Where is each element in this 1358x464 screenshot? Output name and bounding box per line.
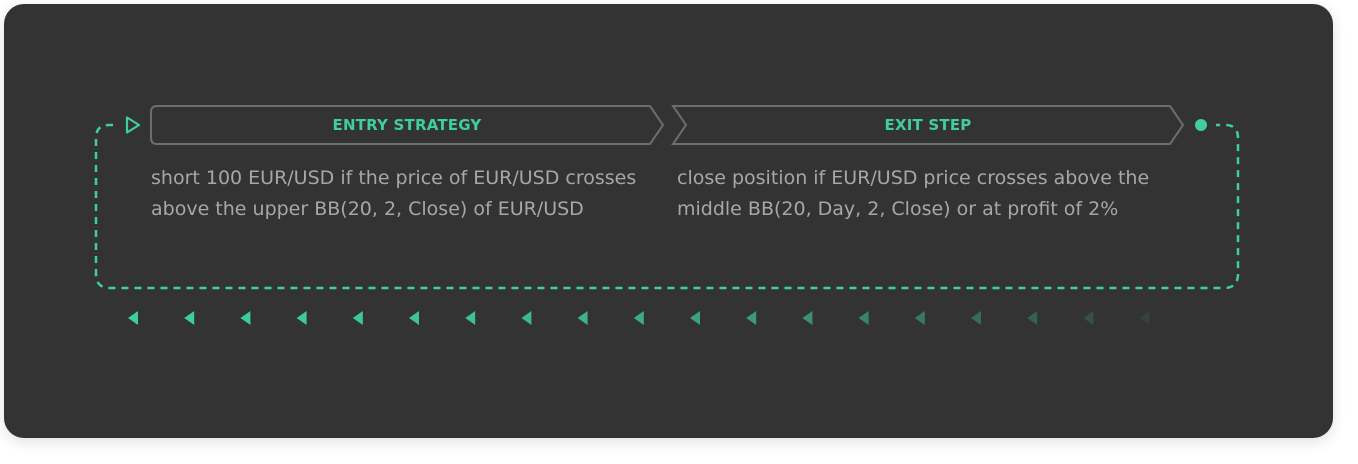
- circle-node-icon: [1195, 119, 1207, 131]
- return-arrows-row: [128, 311, 1150, 325]
- play-triangle-icon: [125, 116, 141, 134]
- chevron-left-icon: [858, 311, 869, 325]
- chevron-left-icon: [746, 311, 757, 325]
- chevron-left-icon: [184, 311, 195, 325]
- chevron-left-icon: [465, 311, 476, 325]
- chevron-left-icon: [577, 311, 588, 325]
- chevron-left-icon: [1083, 311, 1094, 325]
- chevron-left-icon: [1139, 311, 1150, 325]
- entry-strategy-description: short 100 EUR/USD if the price of EUR/US…: [151, 167, 637, 220]
- chevron-left-icon: [1027, 311, 1038, 325]
- chevron-left-icon: [633, 311, 644, 325]
- chevron-left-icon: [690, 311, 700, 325]
- chevron-left-icon: [802, 311, 813, 325]
- entry-strategy-title: ENTRY STRATEGY: [332, 116, 482, 134]
- chevron-left-icon: [971, 311, 981, 325]
- chevron-left-icon: [296, 311, 307, 325]
- chevron-left-icon: [240, 311, 251, 325]
- strategy-flow-diagram: [94, 105, 1240, 325]
- exit-step-description: close position if EUR/USD price crosses …: [677, 167, 1150, 220]
- chevron-left-icon: [409, 311, 419, 325]
- chevron-left-icon: [352, 311, 363, 325]
- chevron-left-icon: [521, 311, 532, 325]
- chevron-left-icon: [128, 311, 138, 325]
- exit-step-title: EXIT STEP: [884, 116, 972, 134]
- chevron-left-icon: [914, 311, 925, 325]
